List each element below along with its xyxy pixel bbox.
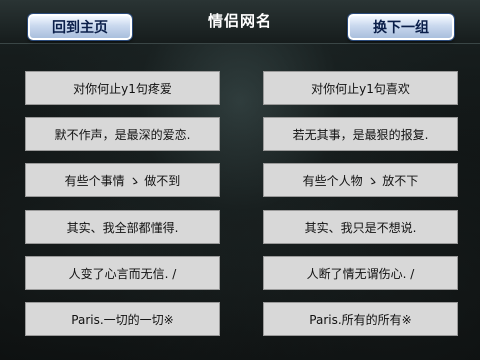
- name-item-left[interactable]: 默不作声，是最深的爱恋.: [25, 117, 220, 151]
- name-item-left[interactable]: 其实、我全部都懂得.: [25, 210, 220, 244]
- name-item-right[interactable]: 人断了情无谓伤心. /: [263, 256, 458, 290]
- name-item-left[interactable]: 人变了心言而无信. /: [25, 256, 220, 290]
- name-item-left[interactable]: 有些个事情 ゝ 做不到: [25, 163, 220, 197]
- name-item-right[interactable]: 对你何止y1句喜欢: [263, 71, 458, 105]
- name-item-right[interactable]: Paris.所有的所有※: [263, 302, 458, 336]
- top-bar: 回到主页 情侣网名 换下一组: [0, 0, 480, 44]
- next-group-button[interactable]: 换下一组: [348, 14, 454, 40]
- name-item-right[interactable]: 若无其事，是最狠的报复.: [263, 117, 458, 151]
- name-item-left[interactable]: 对你何止y1句疼爱: [25, 71, 220, 105]
- name-item-right[interactable]: 其实、我只是不想说.: [263, 210, 458, 244]
- name-item-right[interactable]: 有些个人物 ゝ 放不下: [263, 163, 458, 197]
- name-item-left[interactable]: Paris.一切的一切※: [25, 302, 220, 336]
